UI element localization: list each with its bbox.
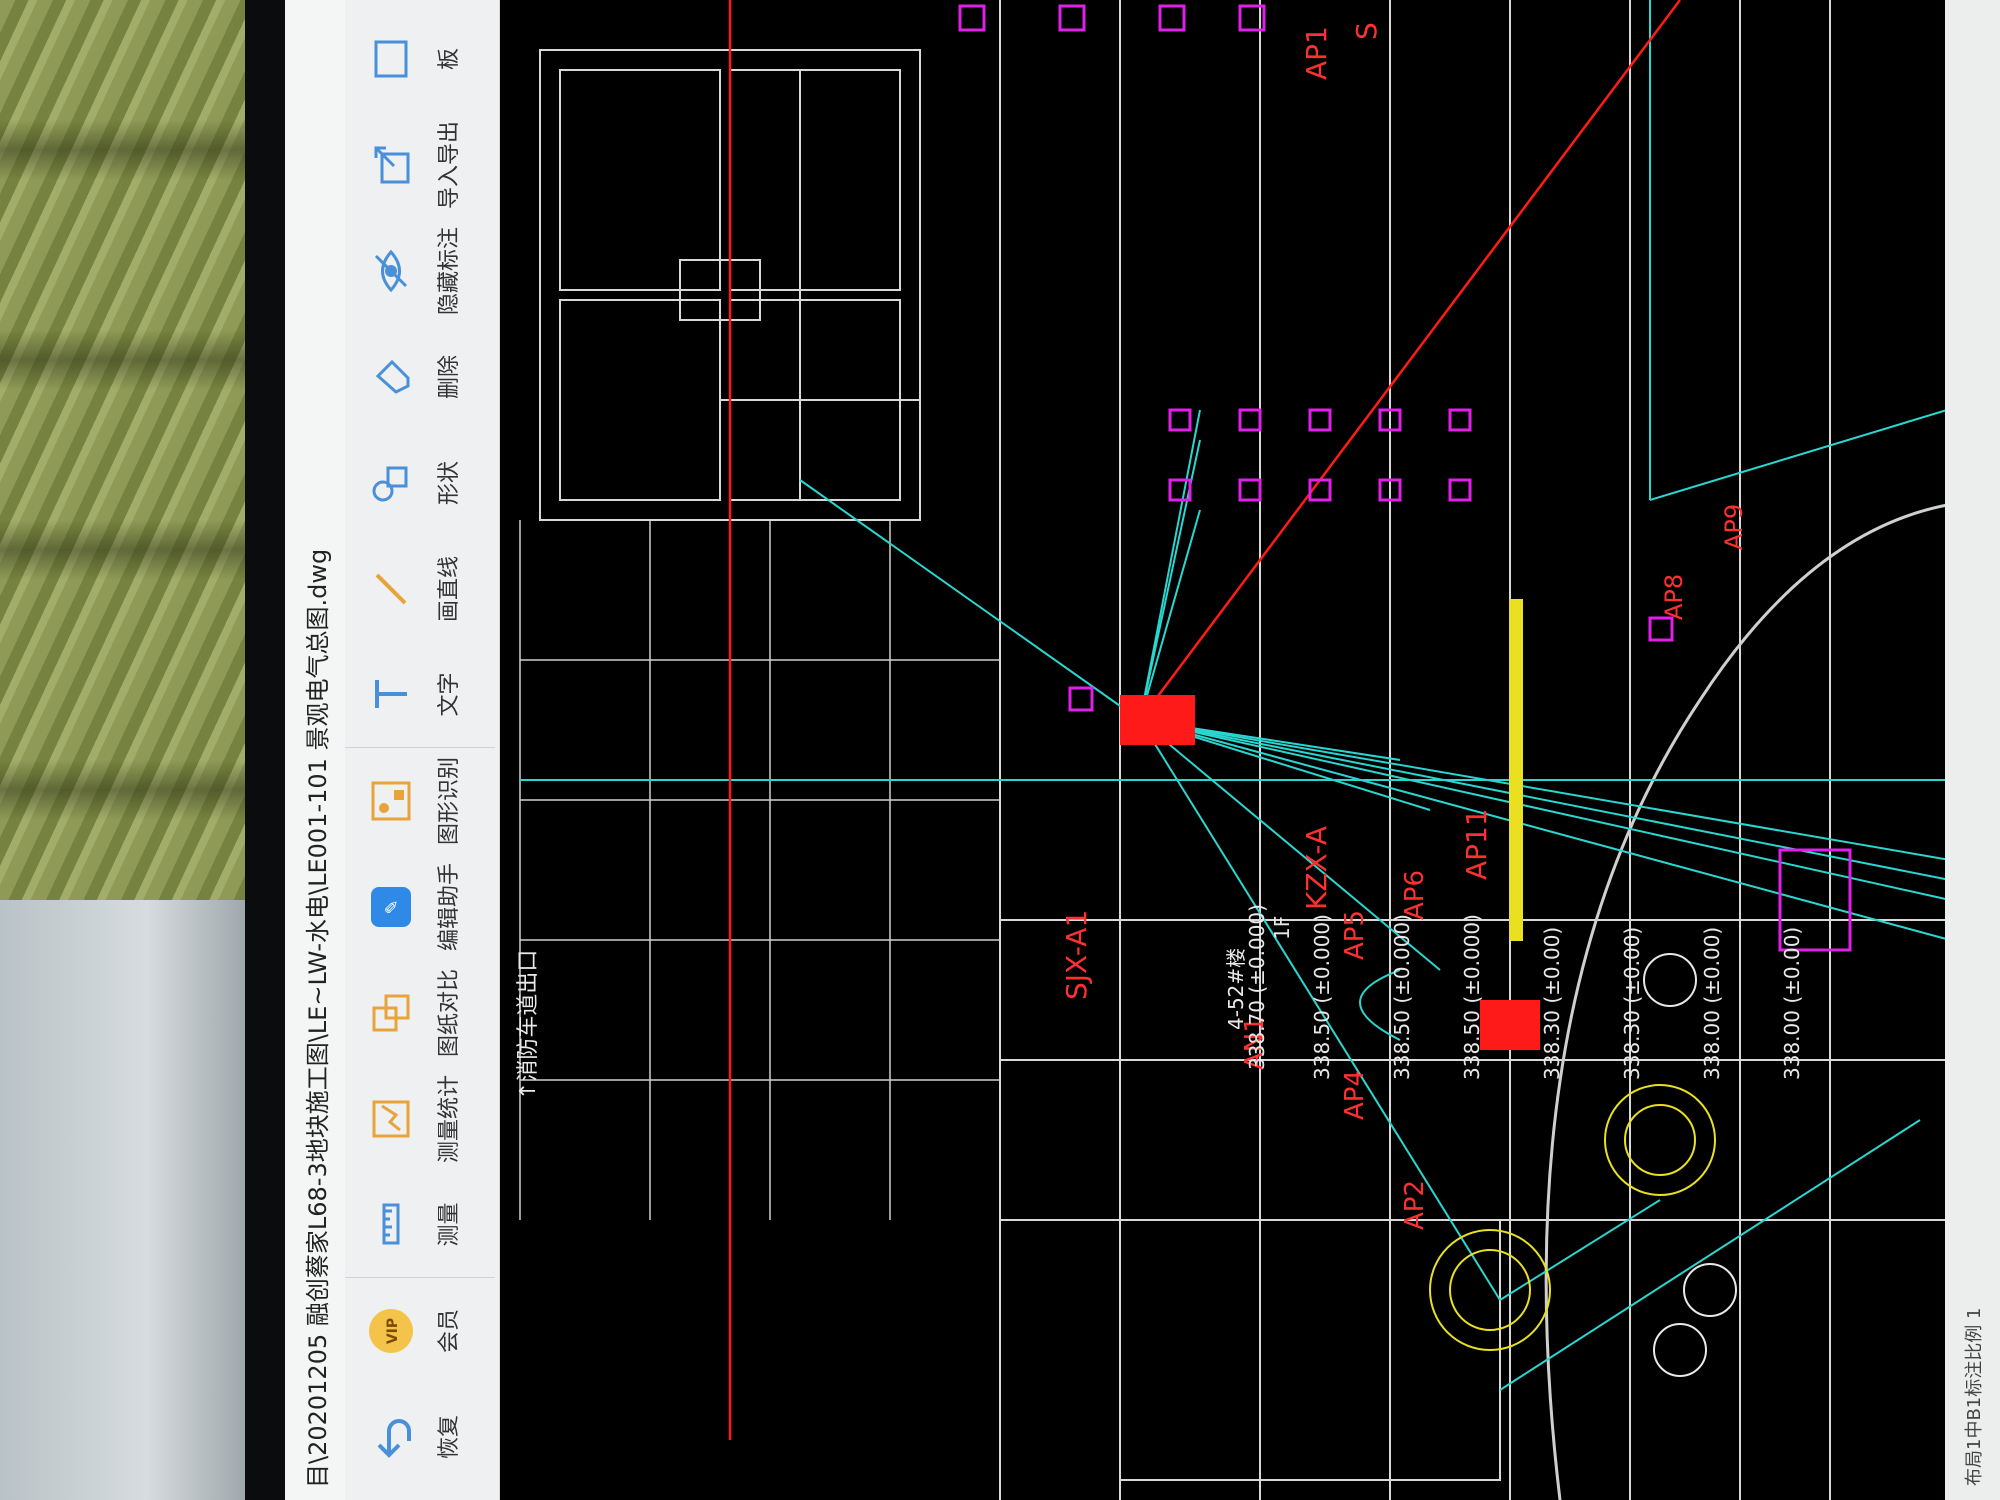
cad-viewer-app: 目\20201205 融创蔡家L68-3地块施工图\LE~LW-水电\LE001… [285, 0, 2000, 1500]
import-export-label: 导入导出 [437, 121, 462, 210]
vip-badge-text: VIP [385, 1318, 401, 1344]
photo-scene: 目\20201205 融创蔡家L68-3地块施工图\LE~LW-水电\LE001… [0, 0, 2000, 1500]
import-export-icon [367, 141, 415, 189]
measure-stats-label: 测量统计 [437, 1075, 462, 1164]
text-button[interactable]: 文字 [345, 642, 495, 748]
shape-recognition-icon [367, 777, 415, 825]
title-bar: 目\20201205 融创蔡家L68-3地块施工图\LE~LW-水电\LE001… [285, 0, 345, 1500]
line-label: 画直线 [437, 556, 462, 623]
text-icon [367, 671, 415, 719]
undo-icon [367, 1413, 415, 1461]
label-car-exit: ↑消防车道出口 [516, 949, 541, 1100]
window-title: 目\20201205 融创蔡家L68-3地块施工图\LE~LW-水电\LE001… [303, 548, 332, 1488]
hide-annotation-icon [367, 247, 415, 295]
hide-annotation-label: 隐藏标注 [437, 227, 462, 316]
label-level-4: 338.50 (±0.000) [1460, 914, 1484, 1080]
curved-path [1544, 498, 2000, 1500]
distribution-box-sjx [1480, 1000, 1540, 1050]
layout-status: 布局1中B1标注比例 1 [1963, 1307, 1985, 1486]
landscape-grid [519, 520, 1000, 1220]
label-level-6: 338.30 (±0.00) [1620, 926, 1644, 1080]
label-ap5: AP5 [1340, 909, 1370, 960]
label-floor1: 1F [1270, 915, 1294, 940]
import-export-button[interactable]: 导入导出 [345, 112, 495, 218]
vip-button[interactable]: VIP 会员 [345, 1278, 495, 1384]
vip-label: 会员 [437, 1309, 462, 1354]
label-kzx-a: KZX-A [1300, 826, 1333, 910]
toolbar: 恢复 VIP 会员 测量 测量统计 图纸对比 ✎ 编辑助手 图形识别 文字 画直… [345, 0, 500, 1500]
vip-icon: VIP [367, 1307, 415, 1355]
label-level-7: 338.00 (±0.00) [1700, 926, 1724, 1080]
label-sjx-a1: SJX-A1 [1060, 909, 1093, 1000]
board-icon [367, 35, 415, 83]
label-ap6: AP6 [1400, 869, 1430, 920]
eraser-icon [367, 353, 415, 401]
monitor-bezel [245, 0, 285, 1500]
label-level-2: 338.50 (±0.000) [1310, 914, 1334, 1080]
cad-drawing [519, 0, 2000, 1500]
ruler-icon [367, 1201, 415, 1249]
shape-recognition-button[interactable]: 图形识别 [345, 748, 495, 854]
light-fixtures [958, 4, 1852, 952]
window-background [0, 900, 245, 1500]
drawing-canvas[interactable]: AP1 S AP11 AP5 AP6 AN1 AP4 AP2 AP8 AP9 S… [500, 0, 2000, 1500]
label-ap11: AP11 [1460, 808, 1493, 880]
label-ap1: AP1 [1300, 26, 1333, 80]
board-label: 板 [437, 48, 462, 71]
shape-button[interactable]: 形状 [345, 430, 495, 536]
compare-label: 图纸对比 [437, 969, 462, 1058]
edit-assistant-button[interactable]: ✎ 编辑助手 [345, 854, 495, 960]
label-ap4: AP4 [1340, 1069, 1370, 1120]
text-label: 文字 [437, 672, 462, 717]
monitor-screen: 目\20201205 融创蔡家L68-3地块施工图\LE~LW-水电\LE001… [285, 0, 2000, 1500]
measure-stats-button[interactable]: 测量统计 [345, 1066, 495, 1172]
shape-label: 形状 [437, 461, 462, 506]
label-level-5: 338.30 (±0.00) [1540, 926, 1564, 1080]
label-level-3: 338.50 (±0.000) [1390, 914, 1414, 1080]
svg-text:✎: ✎ [382, 899, 403, 914]
distribution-box-kzx [1120, 695, 1195, 745]
shape-recognition-label: 图形识别 [437, 757, 462, 846]
line-button[interactable]: 画直线 [345, 536, 495, 642]
status-bar: 布局1中B1标注比例 1 [1945, 0, 2000, 1500]
label-level-8: 338.00 (±0.00) [1780, 926, 1804, 1080]
label-level-1: 338.70 (±0.000) [1245, 904, 1269, 1070]
power-line [728, 0, 1681, 1440]
undo-button[interactable]: 恢复 [345, 1384, 495, 1490]
delete-label: 删除 [437, 355, 462, 400]
label-ap2: AP2 [1400, 1179, 1430, 1230]
measure-label: 测量 [437, 1202, 462, 1247]
undo-label: 恢复 [437, 1415, 462, 1460]
shape-icon [367, 459, 415, 507]
label-ap8: AP8 [1660, 573, 1688, 620]
line-icon [367, 565, 415, 613]
edit-assistant-label: 编辑助手 [437, 863, 462, 952]
measure-button[interactable]: 测量 [345, 1172, 495, 1278]
compare-button[interactable]: 图纸对比 [345, 960, 495, 1066]
label-ap9: AP9 [1720, 503, 1748, 550]
edit-assistant-icon: ✎ [367, 883, 415, 931]
measure-stats-icon [367, 1095, 415, 1143]
compare-icon [367, 989, 415, 1037]
hide-annotation-button[interactable]: 隐藏标注 [345, 218, 495, 324]
board-button[interactable]: 板 [345, 6, 495, 112]
delete-button[interactable]: 删除 [345, 324, 495, 430]
label-s: S [1350, 22, 1383, 40]
